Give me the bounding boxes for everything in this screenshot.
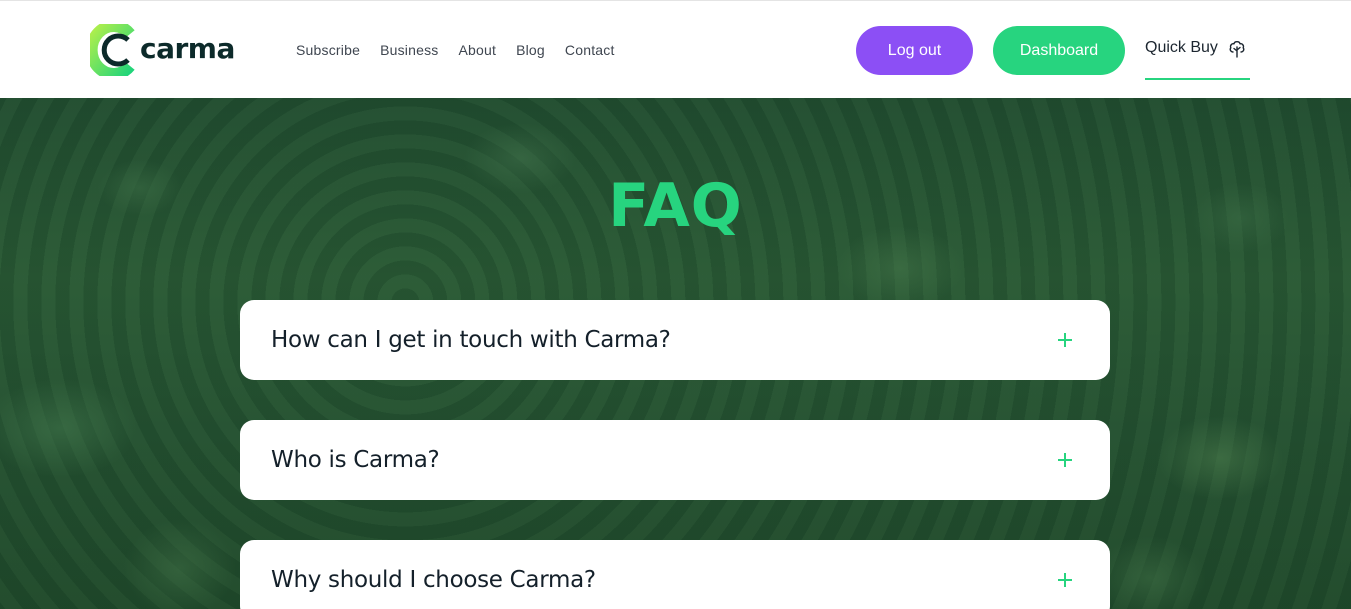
quick-buy-link[interactable]: Quick Buy (1145, 33, 1250, 80)
faq-item-why[interactable]: Why should I choose Carma? (240, 540, 1110, 609)
main-nav: Subscribe Business About Blog Contact (296, 39, 635, 61)
nav-blog[interactable]: Blog (516, 39, 545, 61)
logo-wordmark: carma (140, 32, 235, 65)
dashboard-button[interactable]: Dashboard (993, 26, 1125, 75)
plus-icon[interactable] (1058, 573, 1072, 587)
nav-subscribe[interactable]: Subscribe (296, 39, 360, 61)
faq-question: Why should I choose Carma? (271, 567, 596, 593)
logout-button[interactable]: Log out (856, 26, 973, 75)
faq-item-who[interactable]: Who is Carma? (240, 420, 1110, 500)
nav-about[interactable]: About (458, 39, 496, 61)
page: carma Subscribe Business About Blog Cont… (0, 0, 1351, 609)
plus-icon[interactable] (1058, 453, 1072, 467)
site-header: carma Subscribe Business About Blog Cont… (0, 0, 1351, 98)
faq-question: Who is Carma? (271, 447, 440, 473)
faq-title: FAQ (608, 171, 743, 241)
plus-icon[interactable] (1058, 333, 1072, 347)
nav-business[interactable]: Business (380, 39, 438, 61)
faq-item-contact[interactable]: How can I get in touch with Carma? (240, 300, 1110, 380)
nav-contact[interactable]: Contact (565, 39, 615, 61)
quick-buy-label: Quick Buy (1145, 39, 1218, 56)
faq-question: How can I get in touch with Carma? (271, 327, 671, 353)
carma-logo-icon (90, 24, 135, 76)
carma-logo[interactable]: carma (90, 24, 235, 76)
tree-icon (1229, 41, 1245, 58)
